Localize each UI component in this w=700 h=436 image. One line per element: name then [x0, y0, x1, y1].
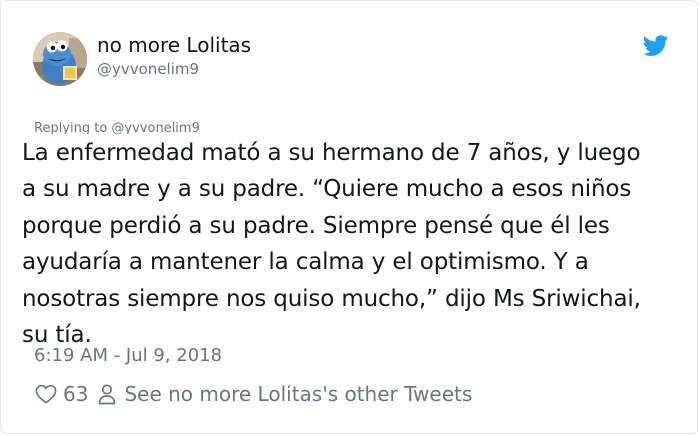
tweet-text-line: nosotras siempre nos quiso mucho,” dijo …: [22, 285, 641, 312]
user-handle[interactable]: @yvvonelim9: [97, 60, 199, 78]
twitter-bird-icon[interactable]: [643, 35, 669, 57]
tweet-actions: 63 See no more Lolitas's other Tweets: [35, 380, 472, 408]
display-name[interactable]: no more Lolitas: [97, 33, 251, 57]
tweet-text-line: ayudaría a mantener la calma y el optimi…: [22, 249, 589, 276]
tweet-text-line: La enfermedad mató a su hermano de 7 año…: [22, 140, 641, 166]
tweet-card: no more Lolitas @yvvonelim9 Replying to …: [0, 0, 698, 434]
person-icon: [99, 383, 116, 404]
tweet-text-line: porque perdió a su padre. Siempre pensé …: [22, 212, 610, 239]
cookie-monster-avatar-image: [33, 32, 87, 86]
replying-to-label[interactable]: Replying to @yvvonelim9: [34, 121, 200, 134]
tweet-timestamp[interactable]: 6:19 AM - Jul 9, 2018: [34, 345, 222, 366]
tweet-text: La enfermedad mató a su hermano de 7 año…: [22, 135, 692, 353]
heart-icon[interactable]: [35, 384, 57, 404]
avatar[interactable]: [33, 32, 87, 86]
tweet-text-line: a su madre y a su padre. “Quiere mucho a…: [22, 176, 632, 203]
like-count[interactable]: 63: [63, 382, 88, 406]
other-tweets-link[interactable]: See no more Lolitas's other Tweets: [124, 382, 472, 406]
